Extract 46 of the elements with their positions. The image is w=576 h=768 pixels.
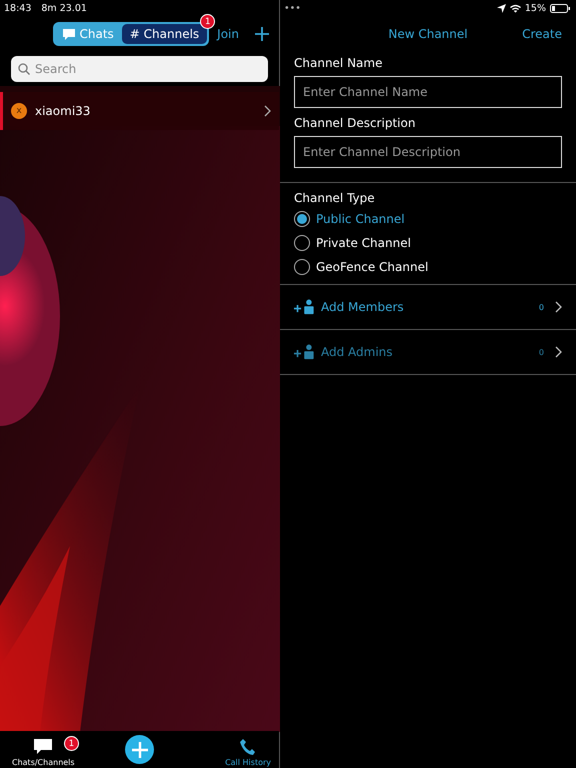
add-person-icon (294, 299, 316, 315)
count: 0 (538, 302, 544, 312)
radio-button[interactable] (294, 259, 310, 275)
count: 0 (538, 348, 544, 356)
input-field[interactable]: Enter Channel Name (294, 76, 562, 108)
radio-option[interactable]: Public Channel (294, 209, 562, 229)
add-person-icon (294, 344, 316, 360)
chat-row[interactable]: x xiaomi33 (0, 92, 279, 130)
row-label: Add Members (321, 300, 405, 314)
add-button[interactable] (125, 735, 154, 764)
radio-option[interactable]: GeoFence Channel (294, 257, 562, 277)
tab[interactable]: # Channels (122, 24, 208, 44)
battery-percent: 15% (524, 2, 546, 14)
screen-title: New Channel (388, 27, 468, 41)
status-carrier: 8m 23.01 (41, 2, 87, 14)
location-arrow-icon (496, 4, 506, 12)
chat-bubble-icon (34, 739, 52, 755)
chevron-right-icon (555, 301, 562, 313)
field-label: Channel Name (294, 56, 384, 70)
more-dots: ••• (284, 2, 301, 14)
create-link[interactable]: Create (522, 27, 562, 41)
tab-bar-item[interactable]: Call History (225, 739, 271, 767)
chevron-right-icon (264, 105, 271, 117)
radio-button[interactable] (294, 211, 310, 227)
search-icon (18, 63, 30, 75)
row-label: Add Admins (321, 345, 394, 359)
radio-option[interactable]: Private Channel (294, 233, 562, 253)
chevron-right-icon (555, 346, 562, 358)
wifi-icon (510, 4, 521, 12)
add-row[interactable]: Add Members 0 (280, 284, 576, 329)
join-link[interactable]: Join (217, 27, 239, 41)
avatar: x (11, 103, 27, 119)
search-field[interactable]: Search (11, 56, 268, 82)
badge: 1 (200, 14, 216, 29)
status-time: 18:43 (4, 2, 32, 14)
plus-icon (132, 742, 148, 758)
plus-icon[interactable] (255, 27, 269, 41)
chat-name: xiaomi33 (35, 104, 92, 118)
phone-icon (239, 739, 258, 755)
field-label: Channel Description (294, 116, 416, 130)
badge: 1 (64, 736, 79, 751)
radio-button[interactable] (294, 235, 310, 251)
input-field[interactable]: Enter Channel Description (294, 136, 562, 168)
battery-icon (550, 4, 570, 12)
section-label: Channel Type (294, 191, 376, 205)
chat-bubble-icon (63, 28, 76, 40)
